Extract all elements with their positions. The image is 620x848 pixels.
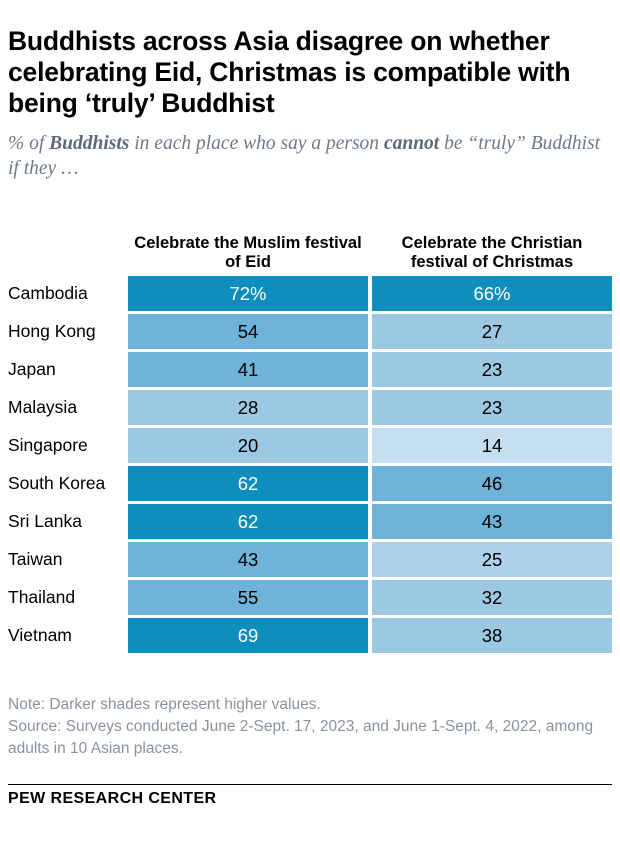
column-header-eid: Celebrate the Muslim festival of Eid <box>134 234 362 271</box>
table-row: Vietnam 69 38 <box>8 618 612 653</box>
table-row: Singapore 20 14 <box>8 428 612 463</box>
page-title: Buddhists across Asia disagree on whethe… <box>8 26 571 118</box>
cell-eid: 62 <box>128 466 368 501</box>
table-row: Malaysia 28 23 <box>8 390 612 425</box>
chart-footnotes: Note: Darker shades represent higher val… <box>8 694 612 760</box>
source-text: Source: Surveys conducted June 2-Sept. 1… <box>8 718 594 757</box>
row-label-thailand: Thailand <box>8 587 76 607</box>
cell-eid: 72% <box>128 276 368 311</box>
cell-christmas: 66% <box>372 276 612 311</box>
cell-eid: 55 <box>128 580 368 615</box>
header-corner-spacer <box>8 234 128 276</box>
row-label-sri-lanka: Sri Lanka <box>8 511 82 531</box>
cell-eid: 62 <box>128 504 368 539</box>
row-label-hong-kong: Hong Kong <box>8 321 96 341</box>
table-row: Thailand 55 32 <box>8 580 612 615</box>
cell-christmas: 38 <box>372 618 612 653</box>
cell-christmas: 32 <box>372 580 612 615</box>
cell-christmas: 46 <box>372 466 612 501</box>
cell-christmas: 23 <box>372 390 612 425</box>
row-label-taiwan: Taiwan <box>8 549 63 569</box>
cell-christmas: 14 <box>372 428 612 463</box>
row-label-singapore: Singapore <box>8 435 88 455</box>
heatmap-table: Celebrate the Muslim festival of Eid Cel… <box>8 234 612 656</box>
chart-page: Buddhists across Asia disagree on whethe… <box>0 0 620 848</box>
brand-label: PEW RESEARCH CENTER <box>8 790 217 807</box>
table-header-row: Celebrate the Muslim festival of Eid Cel… <box>8 234 612 276</box>
cell-christmas: 25 <box>372 542 612 577</box>
row-label-cambodia: Cambodia <box>8 283 88 303</box>
subtitle-bold-cannot: cannot <box>383 133 440 154</box>
table-row: Taiwan 43 25 <box>8 542 612 577</box>
column-header-christmas: Celebrate the Christian festival of Chri… <box>401 234 583 271</box>
cell-eid: 43 <box>128 542 368 577</box>
note-text: Note: Darker shades represent higher val… <box>8 696 321 713</box>
table-row: Japan 41 23 <box>8 352 612 387</box>
row-label-japan: Japan <box>8 359 56 379</box>
footer-divider <box>8 784 612 785</box>
table-row: South Korea 62 46 <box>8 466 612 501</box>
table-row: Cambodia 72% 66% <box>8 276 612 311</box>
cell-eid: 20 <box>128 428 368 463</box>
cell-eid: 69 <box>128 618 368 653</box>
row-label-malaysia: Malaysia <box>8 397 78 417</box>
subtitle-bold-buddhists: Buddhists <box>49 133 130 154</box>
chart-subtitle: % of Buddhists in each place who say a p… <box>8 119 612 181</box>
cell-christmas: 27 <box>372 314 612 349</box>
table-body: Cambodia 72% 66% Hong Kong 54 27 Japan 41 23 Mala… <box>8 276 612 653</box>
cell-christmas: 23 <box>372 352 612 387</box>
cell-christmas: 43 <box>372 504 612 539</box>
table-row: Sri Lanka 62 43 <box>8 504 612 539</box>
subtitle-part2: in each place who say a person <box>129 133 384 154</box>
row-label-south-korea: South Korea <box>8 473 106 493</box>
cell-eid: 28 <box>128 390 368 425</box>
subtitle-part1: % of <box>8 133 50 154</box>
table-row: Hong Kong 54 27 <box>8 314 612 349</box>
cell-eid: 41 <box>128 352 368 387</box>
row-label-vietnam: Vietnam <box>8 625 72 645</box>
cell-eid: 54 <box>128 314 368 349</box>
